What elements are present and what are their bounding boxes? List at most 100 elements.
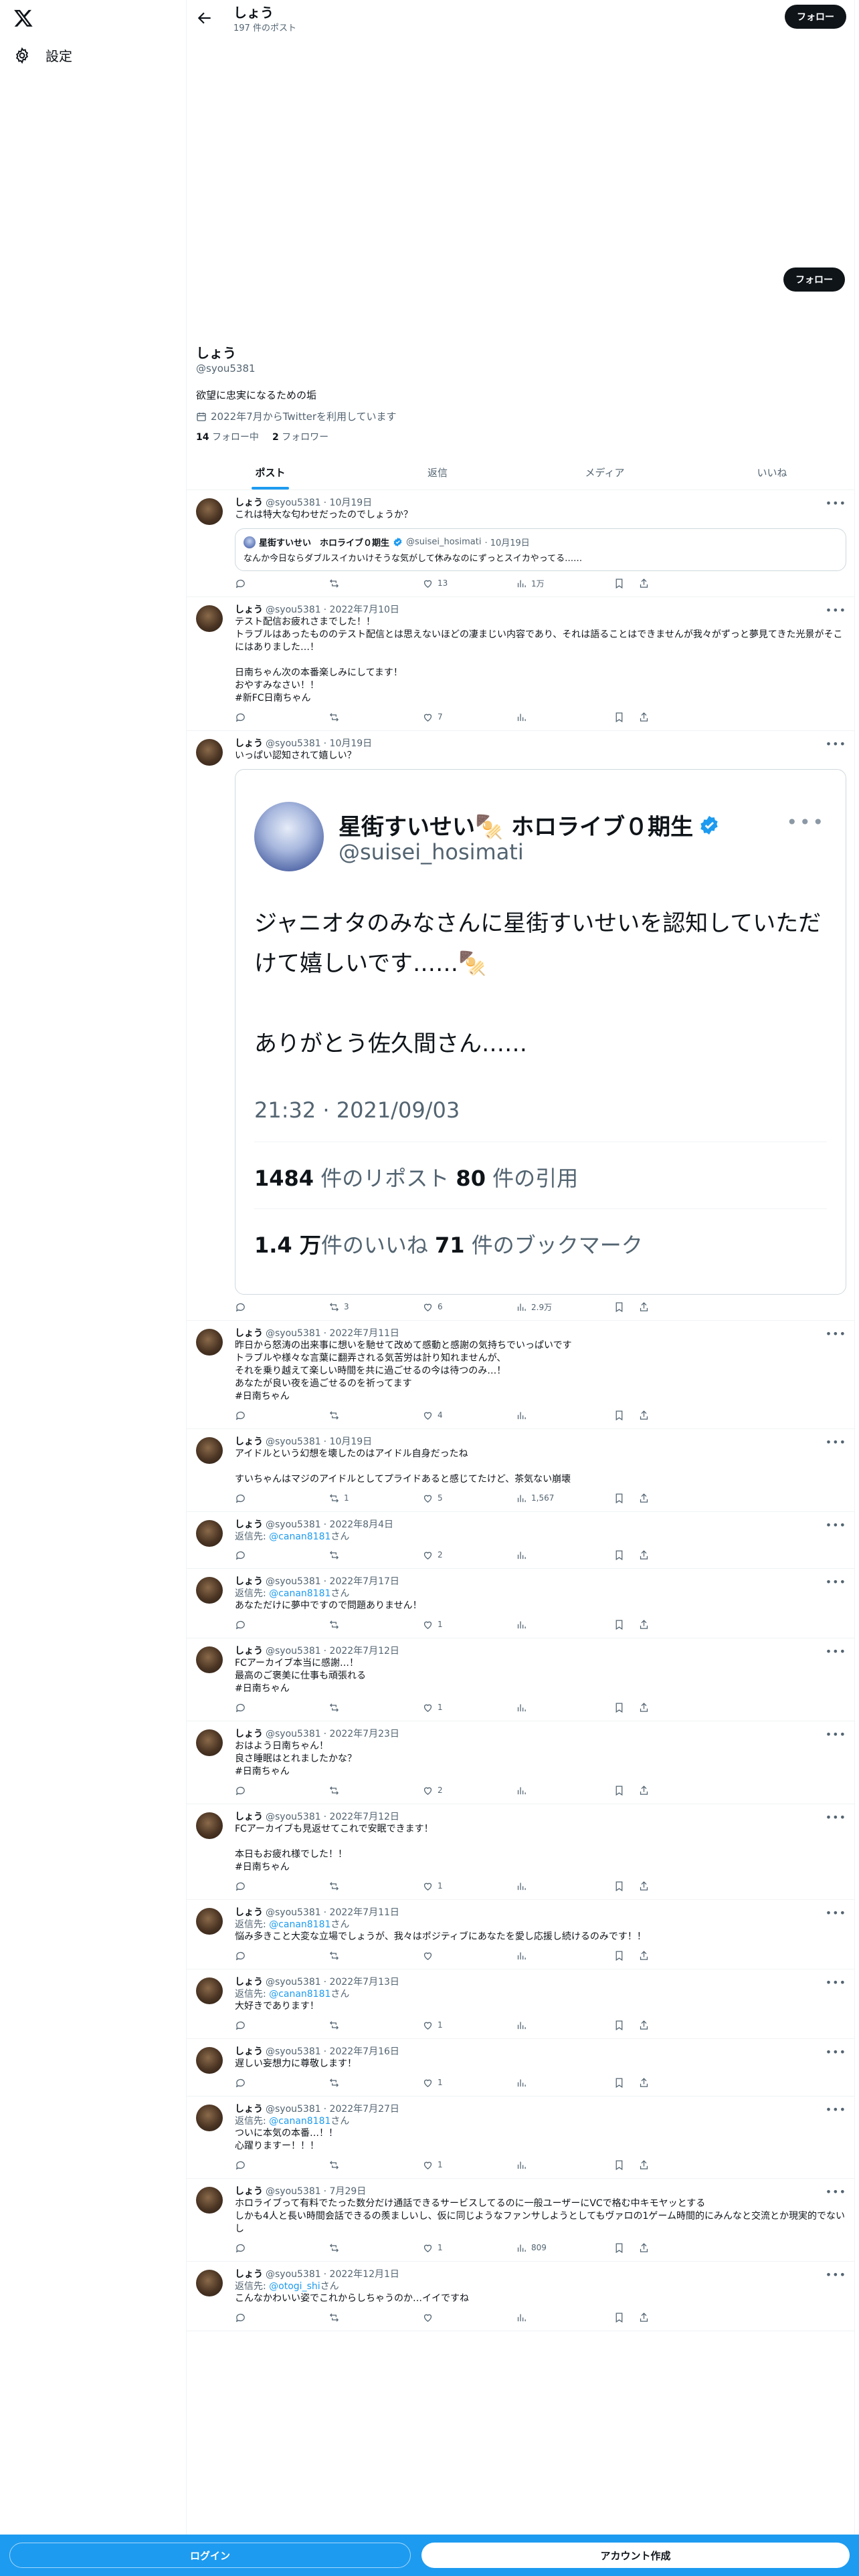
tweet-date[interactable]: · 2022年7月17日 bbox=[324, 1576, 399, 1588]
avatar[interactable] bbox=[196, 1577, 223, 1604]
reply-button[interactable] bbox=[235, 1410, 328, 1421]
share-icon[interactable] bbox=[638, 1881, 650, 1892]
avatar[interactable] bbox=[196, 1908, 223, 1935]
like-button[interactable]: 13 bbox=[422, 578, 516, 589]
like-button[interactable]: 7 bbox=[422, 712, 516, 723]
tweet-date[interactable]: · 2022年7月11日 bbox=[324, 1907, 399, 1919]
views-button[interactable] bbox=[516, 1950, 609, 1961]
tweet[interactable]: ••• しょう @syou5381 · 2022年7月16日 遅しい妄想力に尊敬します！… bbox=[187, 2039, 854, 2097]
bookmark-icon[interactable] bbox=[613, 2312, 625, 2323]
bookmark-icon[interactable] bbox=[613, 1549, 625, 1561]
tweet-date[interactable]: · 10月19日 bbox=[324, 1436, 373, 1448]
like-button[interactable]: 5 bbox=[422, 1493, 516, 1504]
author-handle[interactable]: @syou5381 bbox=[266, 497, 321, 509]
follow-button-topbar[interactable]: フォロー bbox=[785, 5, 846, 29]
share-icon[interactable] bbox=[638, 2312, 650, 2323]
reply-button[interactable] bbox=[235, 1785, 328, 1796]
author-name[interactable]: しょう bbox=[235, 1907, 263, 1919]
repost-button[interactable] bbox=[328, 2312, 422, 2323]
tweet-date[interactable]: · 2022年7月12日 bbox=[324, 1811, 399, 1823]
login-button[interactable]: ログイン bbox=[9, 2543, 411, 2568]
reply-button[interactable] bbox=[235, 2077, 328, 2088]
author-name[interactable]: しょう bbox=[235, 2185, 263, 2197]
author-handle[interactable]: @syou5381 bbox=[266, 1327, 321, 1339]
views-button[interactable] bbox=[516, 1881, 609, 1892]
tweet[interactable]: ••• しょう @syou5381 · 10月19日 アイドルという幻想を壊したのはアイ… bbox=[187, 1429, 854, 1512]
share-icon[interactable] bbox=[638, 1493, 650, 1504]
tweet-date[interactable]: · 10月19日 bbox=[324, 497, 373, 509]
author-handle[interactable]: @syou5381 bbox=[266, 2046, 321, 2058]
repost-button[interactable] bbox=[328, 1950, 422, 1961]
reply-button[interactable] bbox=[235, 578, 328, 589]
tweet[interactable]: ••• しょう @syou5381 · 2022年8月4日 返信先: @canan818… bbox=[187, 1512, 854, 1569]
author-handle[interactable]: @syou5381 bbox=[266, 1576, 321, 1588]
tweet[interactable]: ••• しょう @syou5381 · 2022年12月1日 返信先: @otogi_s… bbox=[187, 2262, 854, 2331]
bookmark-icon[interactable] bbox=[613, 2020, 625, 2031]
views-button[interactable] bbox=[516, 2159, 609, 2171]
views-button[interactable]: 1,567 bbox=[516, 1493, 609, 1504]
x-logo-icon[interactable] bbox=[13, 8, 33, 28]
tweet-date[interactable]: · 10月19日 bbox=[324, 738, 373, 750]
tweet[interactable]: ••• しょう @syou5381 · 7月29日 ホロライブって有料でたった数分だけ通… bbox=[187, 2179, 854, 2262]
author-name[interactable]: しょう bbox=[235, 1327, 263, 1339]
hashtag-link[interactable]: #日南ちゃん bbox=[235, 1861, 846, 1874]
hashtag-link[interactable]: #日南ちゃん bbox=[235, 1390, 846, 1403]
share-icon[interactable] bbox=[638, 2159, 650, 2171]
more-options-button[interactable]: ••• bbox=[826, 1811, 846, 1824]
reply-button[interactable] bbox=[235, 1702, 328, 1713]
views-button[interactable]: 1万 bbox=[516, 578, 609, 589]
share-icon[interactable] bbox=[638, 578, 650, 589]
share-icon[interactable] bbox=[638, 1410, 650, 1421]
like-button[interactable]: 1 bbox=[422, 1881, 516, 1892]
views-button[interactable] bbox=[516, 2077, 609, 2088]
more-options-button[interactable]: ••• bbox=[826, 1327, 846, 1340]
bookmark-icon[interactable] bbox=[613, 2077, 625, 2088]
views-button[interactable] bbox=[516, 712, 609, 723]
more-options-button[interactable]: ••• bbox=[826, 2046, 846, 2058]
share-icon[interactable] bbox=[638, 1785, 650, 1796]
tweet-date[interactable]: · 7月29日 bbox=[324, 2185, 367, 2197]
views-button[interactable] bbox=[516, 1410, 609, 1421]
views-button[interactable] bbox=[516, 2312, 609, 2323]
repost-button[interactable] bbox=[328, 712, 422, 723]
tweet-date[interactable]: · 2022年7月27日 bbox=[324, 2103, 399, 2115]
author-name[interactable]: しょう bbox=[235, 604, 263, 616]
author-handle[interactable]: @syou5381 bbox=[266, 1645, 321, 1657]
author-handle[interactable]: @syou5381 bbox=[266, 2268, 321, 2280]
author-handle[interactable]: @syou5381 bbox=[266, 1728, 321, 1740]
bookmark-icon[interactable] bbox=[613, 712, 625, 723]
hashtag-link[interactable]: #日南ちゃん bbox=[235, 1683, 846, 1695]
more-options-button[interactable]: ••• bbox=[826, 738, 846, 750]
more-options-button[interactable]: ••• bbox=[826, 2103, 846, 2116]
reply-button[interactable] bbox=[235, 1493, 328, 1504]
author-handle[interactable]: @syou5381 bbox=[266, 604, 321, 616]
tweet-date[interactable]: · 2022年7月16日 bbox=[324, 2046, 399, 2058]
share-icon[interactable] bbox=[638, 712, 650, 723]
like-button[interactable] bbox=[422, 2312, 516, 2323]
tweet-date[interactable]: · 2022年7月10日 bbox=[324, 604, 399, 616]
reply-to-handle[interactable]: @otogi_shi bbox=[269, 2281, 320, 2292]
bookmark-icon[interactable] bbox=[613, 578, 625, 589]
tweet[interactable]: ••• しょう @syou5381 · 2022年7月10日 テスト配信お疲れさまでした… bbox=[187, 597, 854, 731]
bookmark-icon[interactable] bbox=[613, 1493, 625, 1504]
like-button[interactable]: 1 bbox=[422, 2242, 516, 2254]
avatar[interactable] bbox=[196, 605, 223, 632]
like-button[interactable]: 2 bbox=[422, 1549, 516, 1561]
avatar[interactable] bbox=[196, 1977, 223, 2004]
quoted-tweet[interactable]: 星街すいせい ホロライブ０期生 @suisei_hosimati · 10月19日な… bbox=[235, 528, 846, 571]
share-icon[interactable] bbox=[638, 2077, 650, 2088]
repost-button[interactable] bbox=[328, 1619, 422, 1630]
reply-button[interactable] bbox=[235, 2159, 328, 2171]
reply-button[interactable] bbox=[235, 2020, 328, 2031]
author-name[interactable]: しょう bbox=[235, 1728, 263, 1740]
tweet[interactable]: ••• しょう @syou5381 · 10月19日 いっぱい認知されて嬉しい？ 星街すい… bbox=[187, 731, 854, 1321]
repost-button[interactable] bbox=[328, 1702, 422, 1713]
hashtag-link[interactable]: #新FC日南ちゃん bbox=[235, 692, 846, 705]
tab-posts[interactable]: ポスト bbox=[187, 455, 354, 490]
back-arrow-icon[interactable] bbox=[196, 9, 213, 27]
author-name[interactable]: しょう bbox=[235, 1436, 263, 1448]
avatar[interactable] bbox=[196, 1729, 223, 1756]
repost-button[interactable]: 1 bbox=[328, 1493, 422, 1504]
embedded-tweet-screenshot[interactable]: 星街すいせい🍢 ホロライブ０期生 @suisei_hosimati ••• ジャニオタ… bbox=[235, 769, 846, 1295]
more-options-button[interactable]: ••• bbox=[826, 497, 846, 510]
